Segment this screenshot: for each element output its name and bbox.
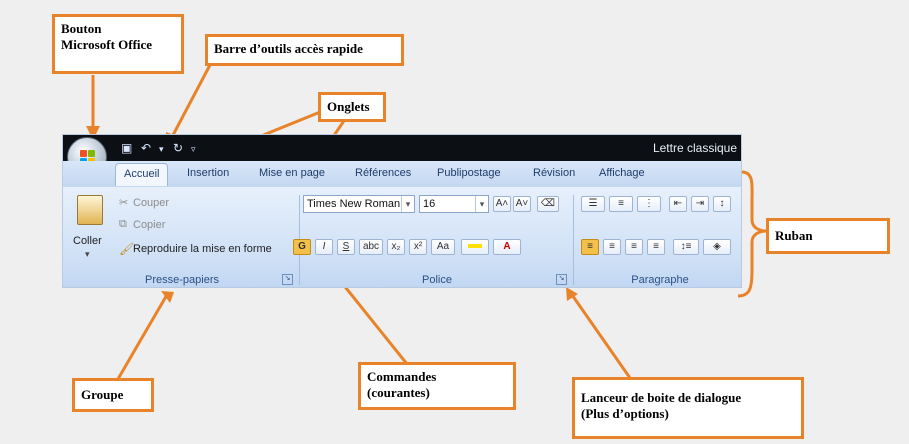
highlight-color-button[interactable]: [461, 239, 489, 255]
word-window: ▣ ↶ ▾ ↻ ▿ Lettre classique Accueil Inser…: [62, 134, 742, 288]
customize-quick-access-icon[interactable]: ▿: [191, 144, 196, 155]
numbering-button[interactable]: ≡: [609, 196, 633, 212]
group-label-paragraphe: Paragraphe: [631, 274, 689, 286]
tab-publipostage[interactable]: Publipostage: [437, 167, 501, 179]
clear-format-button[interactable]: ⌫: [537, 196, 559, 212]
chevron-down-icon[interactable]: ▾: [159, 144, 164, 155]
font-name-value: Times New Roman: [307, 198, 401, 210]
align-left-button[interactable]: ≡: [581, 239, 599, 255]
save-icon[interactable]: ▣: [121, 141, 132, 155]
justify-button[interactable]: ≡: [647, 239, 665, 255]
italic-button[interactable]: I: [315, 239, 333, 255]
callout-ruban: Ruban: [766, 218, 890, 254]
font-size-value: 16: [423, 198, 436, 210]
group-label-police: Police: [422, 274, 452, 286]
align-right-button[interactable]: ≡: [625, 239, 643, 255]
superscript-button[interactable]: x²: [409, 239, 427, 255]
group-label-presse-papiers: Presse-papiers: [145, 274, 219, 286]
cut-icon: ✂: [119, 197, 129, 209]
line-spacing-button[interactable]: ↕≡: [673, 239, 699, 255]
multilevel-list-button[interactable]: ⋮: [637, 196, 661, 212]
tab-affichage[interactable]: Affichage: [599, 167, 645, 179]
group-separator: [573, 195, 574, 285]
tab-revision[interactable]: Révision: [533, 167, 575, 179]
ribbon-tabs: Accueil Insertion Mise en page Référence…: [63, 161, 741, 187]
redo-icon[interactable]: ↻: [173, 141, 183, 155]
tab-mise-en-page[interactable]: Mise en page: [259, 167, 325, 179]
font-name-select[interactable]: Times New Roman ▾: [303, 195, 415, 213]
dialog-launcher-icon[interactable]: ↘: [556, 274, 567, 285]
group-police: Times New Roman ▾ 16 ▾ A˄ A˅ ⌫ G I S abc…: [293, 187, 571, 287]
callout-onglets: Onglets: [318, 92, 386, 122]
undo-icon[interactable]: ↶: [141, 141, 151, 155]
sort-button[interactable]: ↕: [713, 196, 731, 212]
format-painter-icon: 🖌: [119, 242, 135, 256]
underline-button[interactable]: S: [337, 239, 355, 255]
highlighter-icon: [468, 244, 482, 249]
format-painter-button[interactable]: Reproduire la mise en forme: [133, 243, 272, 255]
chevron-down-icon[interactable]: ▾: [475, 196, 488, 212]
tab-references[interactable]: Références: [355, 167, 411, 179]
callout-bouton-office: Bouton Microsoft Office: [52, 14, 184, 74]
strikethrough-button[interactable]: abc: [359, 239, 383, 255]
group-paragraphe: ☰ ≡ ⋮ ⇤ ⇥ ↕ ≡ ≡ ≡ ≡ ↕≡ ◈ Paragraphe: [577, 187, 741, 287]
callout-commandes: Commandes (courantes): [358, 362, 516, 410]
cut-button[interactable]: Couper: [133, 197, 169, 209]
slide-canvas: ▣ ↶ ▾ ↻ ▿ Lettre classique Accueil Inser…: [0, 0, 909, 444]
grow-font-button[interactable]: A˄: [493, 196, 511, 212]
font-color-button[interactable]: A: [493, 239, 521, 255]
change-case-button[interactable]: Aa: [431, 239, 455, 255]
align-center-button[interactable]: ≡: [603, 239, 621, 255]
font-color-icon: A: [503, 241, 511, 252]
paste-dropdown-icon[interactable]: ▾: [85, 249, 90, 260]
callout-lanceur: Lanceur de boite de dialogue (Plus d’opt…: [572, 377, 804, 439]
title-bar: ▣ ↶ ▾ ↻ ▿ Lettre classique: [63, 135, 741, 161]
shrink-font-button[interactable]: A˅: [513, 196, 531, 212]
font-size-select[interactable]: 16 ▾: [419, 195, 489, 213]
subscript-button[interactable]: x₂: [387, 239, 405, 255]
bullets-button[interactable]: ☰: [581, 196, 605, 212]
window-title: Lettre classique: [652, 141, 737, 155]
paste-button[interactable]: Coller: [73, 235, 102, 247]
copy-button[interactable]: Copier: [133, 219, 165, 231]
callout-groupe: Groupe: [72, 378, 154, 412]
callout-barre-outils: Barre d’outils accès rapide: [205, 34, 404, 66]
shading-button[interactable]: ◈: [703, 239, 731, 255]
chevron-down-icon[interactable]: ▾: [401, 196, 414, 212]
paste-icon[interactable]: [77, 195, 103, 225]
tab-accueil[interactable]: Accueil: [115, 163, 169, 186]
decrease-indent-button[interactable]: ⇤: [669, 196, 687, 212]
tab-insertion[interactable]: Insertion: [187, 167, 229, 179]
group-presse-papiers: Coller ▾ ✂ Couper ⧉ Copier 🖌 Reproduire …: [67, 187, 297, 287]
copy-icon: ⧉: [119, 218, 127, 230]
dialog-launcher-icon[interactable]: ↘: [282, 274, 293, 285]
ribbon: Coller ▾ ✂ Couper ⧉ Copier 🖌 Reproduire …: [63, 187, 741, 287]
bold-button[interactable]: G: [293, 239, 311, 255]
increase-indent-button[interactable]: ⇥: [691, 196, 709, 212]
